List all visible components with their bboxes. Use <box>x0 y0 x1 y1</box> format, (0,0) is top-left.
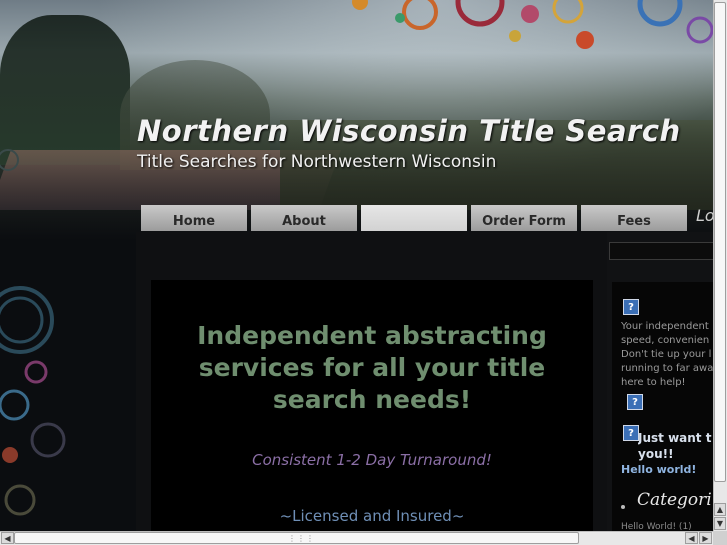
hello-world-link[interactable]: Hello world! <box>621 463 696 476</box>
turnaround-text: Consistent 1-2 Day Turnaround! <box>252 451 492 469</box>
search-input[interactable] <box>609 242 727 260</box>
vertical-scroll-thumb[interactable] <box>714 2 726 482</box>
nav-tab-about[interactable]: About <box>251 205 357 231</box>
scroll-down-icon[interactable]: ▼ <box>714 517 726 530</box>
scroll-right-icon[interactable]: ▶ <box>699 532 712 544</box>
nav-extra-text: Lo <box>696 206 715 225</box>
scroll-grip: ⋮⋮⋮ <box>288 534 315 543</box>
nav-tab-fees[interactable]: Fees <box>581 205 687 231</box>
sidebar-intro-text: Your independent speed, convenien Don't … <box>621 321 714 388</box>
nav-tab-order-form[interactable]: Order Form <box>471 205 577 231</box>
scroll-up-icon[interactable]: ▲ <box>714 503 726 516</box>
scroll-left-icon[interactable]: ◀ <box>1 532 14 544</box>
list-bullet <box>621 505 625 509</box>
nav-tab-home[interactable]: Home <box>141 205 247 231</box>
help-icon: ? <box>623 299 639 315</box>
scroll-left-icon[interactable]: ◀ <box>685 532 698 544</box>
site-title[interactable]: Northern Wisconsin Title Search <box>137 114 681 148</box>
nav-tab-active[interactable] <box>361 205 467 231</box>
main-headline: Independent abstracting services for all… <box>197 321 547 414</box>
licensed-text: ~Licensed and Insured~ <box>279 507 465 525</box>
scrollbar-corner <box>713 531 727 545</box>
help-icon: ? <box>627 394 643 410</box>
header-trees-left <box>0 15 130 165</box>
help-icon: ? <box>623 425 639 441</box>
site-tagline: Title Searches for Northwestern Wisconsi… <box>137 152 497 172</box>
